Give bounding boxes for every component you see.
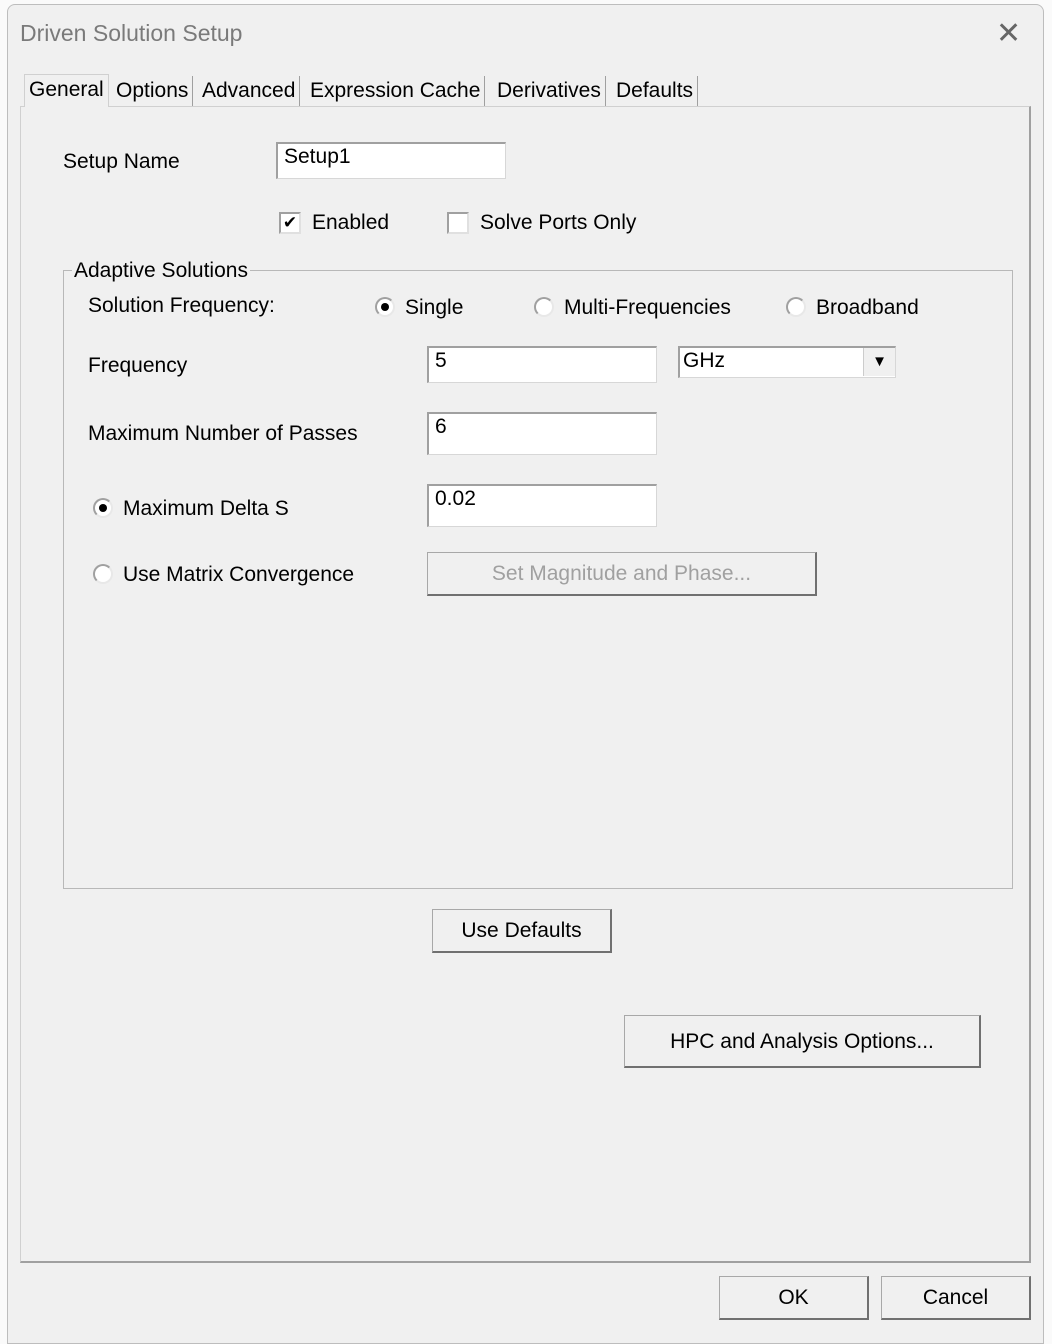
ok-button[interactable]: OK xyxy=(719,1276,869,1320)
solution-frequency-label: Solution Frequency: xyxy=(88,294,275,317)
set-magnitude-phase-button[interactable]: Set Magnitude and Phase... xyxy=(427,552,817,596)
adaptive-solutions-legend: Adaptive Solutions xyxy=(72,259,250,283)
use-defaults-button[interactable]: Use Defaults xyxy=(432,909,612,953)
broadband-radio[interactable] xyxy=(786,297,806,317)
tab-derivatives[interactable]: Derivatives xyxy=(493,76,606,107)
tab-expression-cache[interactable]: Expression Cache xyxy=(306,76,486,107)
frequency-input[interactable]: 5 xyxy=(427,346,657,383)
setup-name-input[interactable]: Setup1 xyxy=(276,142,506,179)
max-passes-label: Maximum Number of Passes xyxy=(88,422,358,445)
max-delta-s-label: Maximum Delta S xyxy=(123,497,289,520)
solve-ports-only-checkbox[interactable] xyxy=(447,212,469,234)
enabled-checkbox[interactable]: ✔ xyxy=(279,212,301,234)
dialog-title: Driven Solution Setup xyxy=(20,20,243,46)
max-delta-s-input[interactable]: 0.02 xyxy=(427,484,657,527)
setup-name-label: Setup Name xyxy=(63,150,180,173)
max-passes-input[interactable]: 6 xyxy=(427,412,657,455)
single-label: Single xyxy=(405,296,464,319)
matrix-convergence-label: Use Matrix Convergence xyxy=(123,563,355,586)
multi-frequencies-radio[interactable] xyxy=(534,297,554,317)
multi-frequencies-label: Multi-Frequencies xyxy=(564,296,731,319)
frequency-unit-value: GHz xyxy=(683,349,725,372)
tab-defaults[interactable]: Defaults xyxy=(612,76,699,107)
hpc-analysis-options-button[interactable]: HPC and Analysis Options... xyxy=(624,1015,981,1068)
matrix-convergence-radio[interactable] xyxy=(93,564,113,584)
max-delta-s-radio[interactable] xyxy=(93,498,113,518)
frequency-unit-select[interactable]: GHz ▼ xyxy=(678,346,896,378)
tab-options[interactable]: Options xyxy=(112,76,194,107)
single-radio[interactable] xyxy=(375,297,395,317)
tab-advanced[interactable]: Advanced xyxy=(198,76,301,107)
enabled-label: Enabled xyxy=(312,211,390,234)
solve-ports-only-label: Solve Ports Only xyxy=(480,211,637,234)
cancel-button[interactable]: Cancel xyxy=(881,1276,1031,1320)
frequency-label: Frequency xyxy=(88,354,188,377)
close-icon[interactable]: ✕ xyxy=(996,16,1021,51)
tab-general[interactable]: General xyxy=(24,74,109,107)
chevron-down-icon[interactable]: ▼ xyxy=(863,348,895,376)
broadband-label: Broadband xyxy=(816,296,919,319)
